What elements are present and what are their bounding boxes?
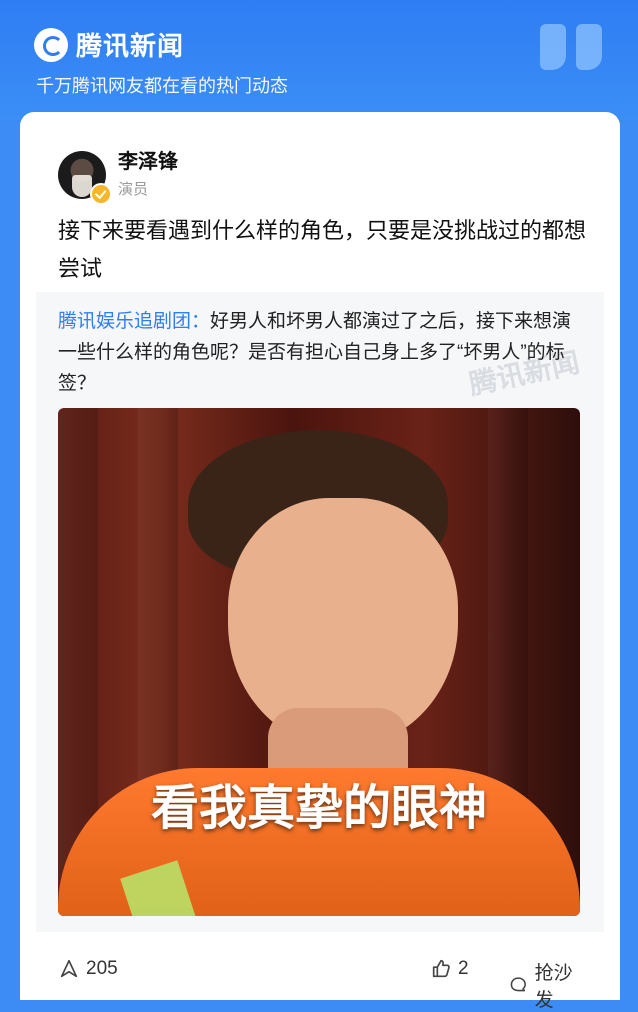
action-bar: 205 2 抢沙发 — [58, 958, 588, 1011]
question-text: 腾讯娱乐追剧团：好男人和坏男人都演过了之后，接下来想演一些什么样的角色呢？是否有… — [58, 306, 578, 399]
comment-icon — [510, 977, 526, 992]
quoted-question[interactable]: 腾讯新闻 腾讯娱乐追剧团：好男人和坏男人都演过了之后，接下来想演一些什么样的角色… — [36, 292, 604, 932]
comment-button[interactable]: 抢沙发 — [508, 958, 588, 1012]
author-avatar[interactable] — [58, 150, 112, 205]
quote-mark-icon — [540, 24, 606, 72]
tencent-news-logo-icon — [34, 27, 68, 62]
share-button[interactable]: 205 — [58, 958, 118, 980]
question-source[interactable]: 腾讯娱乐追剧团： — [58, 311, 210, 332]
post-text: 接下来要看遇到什么样的角色，只要是没挑战过的都想尝试 — [58, 218, 587, 281]
thumb-up-icon — [432, 959, 450, 978]
author-row[interactable]: 李泽锋 演员 — [58, 150, 178, 205]
comment-label: 抢沙发 — [534, 963, 573, 1011]
like-button[interactable]: 2 — [430, 958, 469, 980]
brand: 腾讯新闻 — [34, 26, 184, 63]
share-icon — [60, 959, 78, 978]
author-role: 演员 — [118, 181, 149, 198]
author-name[interactable]: 李泽锋 — [118, 150, 178, 174]
app-header: 腾讯新闻 千万腾讯网友都在看的热门动态 — [0, 0, 638, 120]
post-card: 李泽锋 演员 接下来要看遇到什么样的角色，只要是没挑战过的都想尝试 腾讯新闻 腾… — [20, 112, 620, 1011]
brand-name: 腾讯新闻 — [76, 31, 185, 61]
share-count: 205 — [86, 958, 118, 979]
image-caption: 看我真挚的眼神 — [150, 782, 487, 835]
like-count: 2 — [458, 958, 469, 979]
verified-badge-icon — [90, 182, 112, 205]
post-image[interactable]: 看我真挚的眼神 — [58, 408, 580, 916]
brand-slogan: 千万腾讯网友都在看的热门动态 — [36, 76, 288, 96]
